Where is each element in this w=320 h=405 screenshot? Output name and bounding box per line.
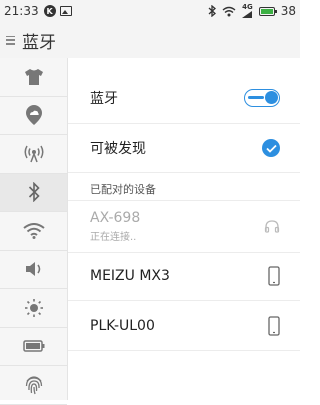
fingerprint-icon (25, 376, 42, 394)
sidebar-item-sound[interactable] (0, 251, 67, 289)
image-notification-icon (59, 6, 72, 16)
hotspot-icon (24, 145, 43, 163)
hamburger-icon[interactable] (6, 35, 15, 45)
sidebar-item-display[interactable] (0, 289, 67, 328)
divider (68, 172, 300, 173)
k-badge-icon: K (43, 5, 56, 17)
sidebar-item-battery[interactable] (0, 328, 67, 366)
sidebar-item-location[interactable] (0, 97, 67, 135)
divider (68, 123, 300, 124)
phone-icon[interactable] (268, 266, 280, 286)
title-bar: 蓝牙 (0, 22, 300, 59)
divider (68, 300, 300, 301)
device-row-plk[interactable]: PLK-UL00 (90, 308, 280, 344)
headphones-icon[interactable] (264, 219, 280, 233)
cloud-location-icon (25, 105, 42, 126)
divider (68, 200, 300, 201)
sidebar-item-hotspot[interactable] (0, 135, 67, 174)
wifi-icon (22, 222, 45, 239)
bluetooth-toggle-row[interactable]: 蓝牙 (90, 83, 280, 113)
status-bar: 21:33 K 4G 38 (0, 0, 300, 22)
toggle-track-fill (248, 96, 264, 99)
device-name: AX-698 (90, 209, 141, 226)
device-row-meizu[interactable]: MEIZU MX3 (90, 258, 280, 294)
main-content: 蓝牙 可被发现 已配对的设备 AX-698 正在连接.. MEIZU MX3 P… (68, 58, 300, 400)
toggle-knob (265, 91, 278, 104)
check-icon (265, 144, 277, 153)
bluetooth-label: 蓝牙 (90, 91, 118, 107)
brightness-icon (24, 298, 43, 317)
sidebar-item-wifi[interactable] (0, 212, 67, 251)
battery-icon (258, 6, 277, 16)
wifi-status-icon (222, 6, 236, 16)
battery-percent: 38 (280, 4, 296, 18)
bluetooth-status-icon (208, 5, 217, 17)
phone-icon[interactable] (268, 316, 280, 336)
volume-icon (25, 262, 40, 277)
battery-icon (22, 340, 44, 352)
sidebar (0, 58, 68, 405)
discoverable-label: 可被发现 (90, 141, 146, 157)
device-text: AX-698 正在连接.. (90, 210, 140, 243)
bluetooth-icon (28, 182, 40, 203)
paired-devices-header: 已配对的设备 (90, 183, 156, 196)
signal-icon (242, 11, 253, 18)
divider (68, 252, 300, 253)
signal-status: 4G (242, 4, 253, 18)
sidebar-item-bluetooth[interactable] (0, 173, 67, 212)
device-name: MEIZU MX3 (90, 268, 170, 284)
discoverable-checkbox[interactable] (262, 139, 280, 157)
discoverable-row[interactable]: 可被发现 (90, 133, 280, 163)
device-name: PLK-UL00 (90, 318, 155, 334)
clock: 21:33 (4, 4, 39, 18)
network-type: 4G (242, 3, 253, 11)
device-row-ax698[interactable]: AX-698 正在连接.. (90, 206, 280, 246)
sidebar-item-fingerprint[interactable] (0, 366, 67, 405)
page-title: 蓝牙 (22, 32, 56, 53)
divider (68, 350, 300, 351)
shirt-icon (24, 68, 43, 85)
device-status: 正在连接.. (90, 231, 137, 243)
bluetooth-toggle[interactable] (244, 89, 280, 107)
sidebar-item-theme[interactable] (0, 58, 67, 97)
